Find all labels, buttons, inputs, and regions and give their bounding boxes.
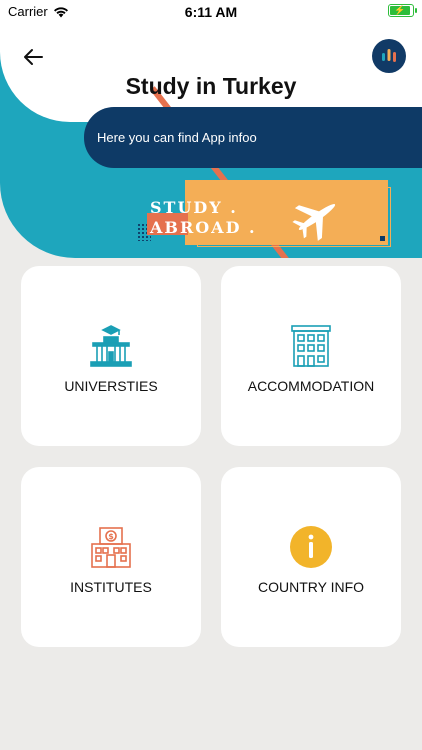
building-icon <box>291 325 331 367</box>
accommodation-label: ACCOMMODATION <box>247 378 375 394</box>
accommodation-card[interactable]: ACCOMMODATION <box>221 266 401 446</box>
back-button[interactable] <box>20 44 46 70</box>
country-info-card[interactable]: COUNTRY INFO <box>221 467 401 647</box>
logo-icon <box>382 49 396 62</box>
info-banner: Here you can find App infoo <box>84 107 422 168</box>
universities-label: UNIVERSTIES <box>64 378 158 394</box>
header: Here you can find App infoo STUDY . ABRO… <box>0 0 422 258</box>
study-abroad-label: STUDY . ABROAD . <box>150 198 257 238</box>
study-line: STUDY . <box>150 198 238 217</box>
battery-icon: ⚡ <box>388 4 417 17</box>
info-icon <box>290 526 332 568</box>
status-bar: Carrier 6:11 AM ⚡ <box>0 0 422 22</box>
svg-text:$: $ <box>108 532 114 541</box>
airplane-icon <box>292 204 336 241</box>
arrow-left-icon <box>24 49 43 65</box>
universities-card[interactable]: UNIVERSTIES <box>21 266 201 446</box>
country-info-label: COUNTRY INFO <box>257 579 365 595</box>
abroad-line: ABROAD . <box>150 218 257 237</box>
decorative-square <box>380 236 385 241</box>
institutes-label: INSTITUTES <box>70 579 152 595</box>
app-logo-avatar[interactable] <box>372 39 406 73</box>
institutes-card[interactable]: $ INSTITUTES <box>21 467 201 647</box>
info-text: Here you can find App infoo <box>97 130 257 145</box>
bank-icon: $ <box>91 527 131 568</box>
university-icon <box>90 325 132 367</box>
page-title: Study in Turkey <box>125 73 297 99</box>
clock: 6:11 AM <box>184 4 238 20</box>
